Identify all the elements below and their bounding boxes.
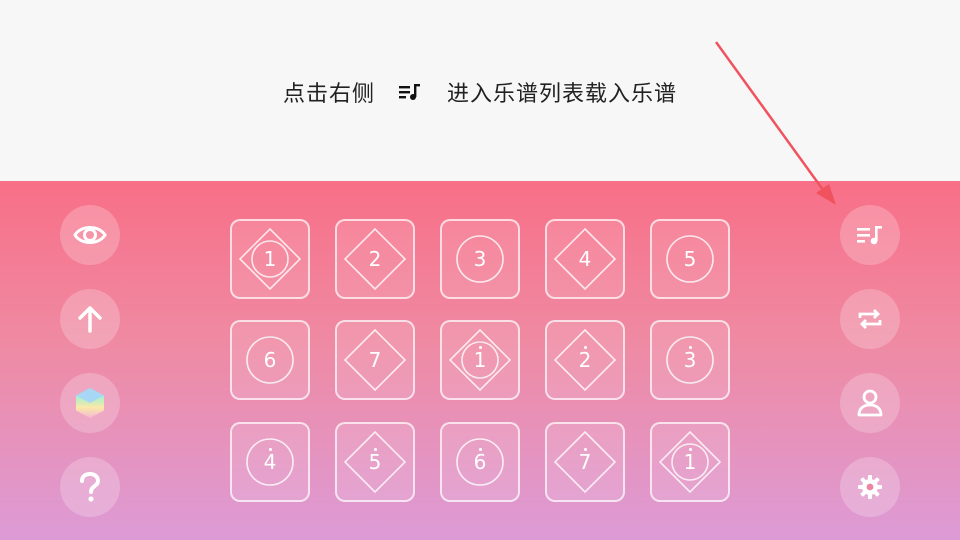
theme-button[interactable]: [60, 373, 120, 433]
piano-key[interactable]: 3: [440, 219, 520, 299]
arrow-up-button[interactable]: [60, 289, 120, 349]
hexagon-color-icon: [75, 387, 105, 419]
piano-key[interactable]: 1: [440, 320, 520, 400]
settings-button[interactable]: [840, 457, 900, 517]
hint-suffix: 进入乐谱列表载入乐谱: [447, 82, 678, 107]
hint-text: 点击右侧 进入乐谱列表载入乐谱: [0, 72, 960, 112]
key-label: 6: [263, 348, 277, 372]
piano-key[interactable]: 2: [335, 219, 415, 299]
octave-dot: [689, 346, 692, 349]
arrow-up-icon: [77, 305, 103, 333]
eye-button[interactable]: [60, 205, 120, 265]
octave-dot: [479, 448, 482, 451]
piano-key[interactable]: 5: [335, 422, 415, 502]
gear-icon: [857, 474, 883, 500]
key-label: 6: [473, 450, 487, 474]
octave-dot: [689, 448, 692, 451]
help-button[interactable]: [60, 457, 120, 517]
key-label: 5: [368, 450, 382, 474]
song-list-button[interactable]: [840, 205, 900, 265]
piano-key[interactable]: 5: [650, 219, 730, 299]
piano-key[interactable]: 1: [230, 219, 310, 299]
piano-key[interactable]: 4: [230, 422, 310, 502]
piano-key[interactable]: 1: [650, 422, 730, 502]
octave-dot: [374, 448, 377, 451]
piano-key[interactable]: 7: [335, 320, 415, 400]
octave-dot: [479, 346, 482, 349]
piano-key[interactable]: 2: [545, 320, 625, 400]
key-label: 3: [683, 348, 697, 372]
question-icon: [79, 472, 101, 502]
eye-icon: [73, 223, 107, 247]
key-label: 2: [368, 247, 382, 271]
key-label: 1: [473, 348, 487, 372]
user-button[interactable]: [840, 373, 900, 433]
octave-dot: [584, 448, 587, 451]
key-label: 7: [368, 348, 382, 372]
piano-key[interactable]: 3: [650, 320, 730, 400]
piano-key[interactable]: 7: [545, 422, 625, 502]
hint-banner: 点击右侧 进入乐谱列表载入乐谱: [0, 0, 960, 181]
piano-key[interactable]: 4: [545, 219, 625, 299]
hint-prefix: 点击右侧: [282, 82, 375, 107]
playlist-music-icon: [399, 84, 421, 100]
repeat-button[interactable]: [840, 289, 900, 349]
key-label: 5: [683, 247, 697, 271]
key-label: 4: [578, 247, 592, 271]
octave-dot: [269, 448, 272, 451]
repeat-icon: [857, 306, 883, 332]
piano-key[interactable]: 6: [230, 320, 310, 400]
key-label: 3: [473, 247, 487, 271]
piano-key[interactable]: 6: [440, 422, 520, 502]
octave-dot: [584, 346, 587, 349]
key-label: 4: [263, 450, 277, 474]
key-label: 2: [578, 348, 592, 372]
key-label: 1: [263, 247, 277, 271]
key-label: 1: [683, 450, 697, 474]
playlist-music-icon: [857, 225, 883, 245]
user-icon: [857, 389, 883, 417]
key-label: 7: [578, 450, 592, 474]
